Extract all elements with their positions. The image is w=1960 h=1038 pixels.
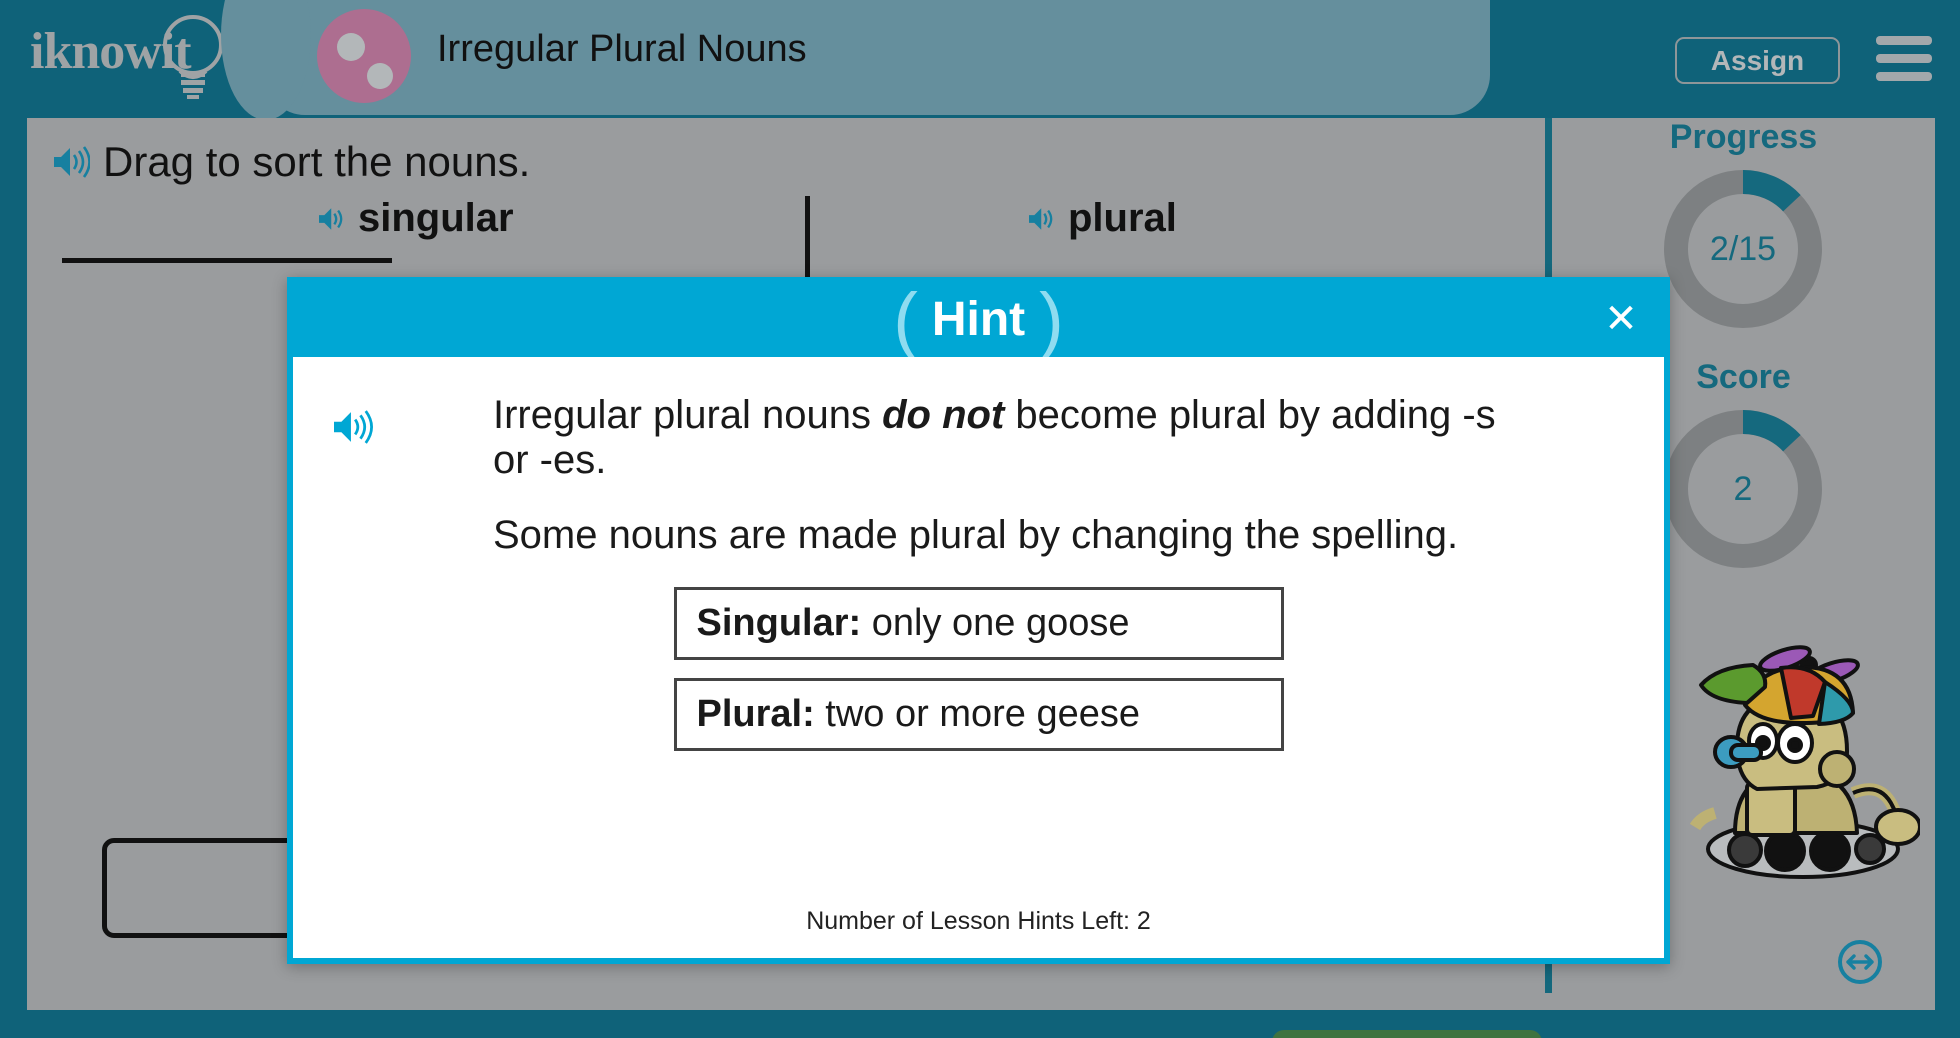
speaker-icon[interactable] xyxy=(1027,206,1057,232)
bowling-ball-icon xyxy=(317,9,411,103)
submit-button[interactable]: Submit xyxy=(1272,1030,1542,1038)
robot-mascot-icon xyxy=(1685,635,1922,885)
column-label: plural xyxy=(1068,196,1177,240)
example-plural: Plural: two or more geese xyxy=(673,678,1284,752)
hint-text: Irregular plural nouns do not become plu… xyxy=(493,393,1523,557)
decorative-paren-left: ( xyxy=(893,277,918,361)
column-header-singular: singular xyxy=(317,196,514,241)
answer-line xyxy=(62,258,392,263)
top-bar: iknowit Irregular Plural Nouns Assign xyxy=(0,0,1960,120)
speaker-icon[interactable] xyxy=(331,409,373,445)
example-list: Singular: only one goose Plural: two or … xyxy=(673,587,1284,752)
column-header-plural: plural xyxy=(1027,196,1177,241)
example-term: Singular: xyxy=(696,602,862,645)
lesson-tab[interactable]: Irregular Plural Nouns xyxy=(221,0,1490,120)
score-value: 2 xyxy=(1733,469,1753,508)
hint-p1-part1: Irregular plural nouns xyxy=(493,393,883,437)
column-label: singular xyxy=(358,196,514,240)
modal-title: Hint xyxy=(931,293,1026,347)
example-definition: only one goose xyxy=(861,602,1130,645)
progress-value: 2/15 xyxy=(1709,229,1777,268)
resize-horizontal-icon[interactable] xyxy=(1838,940,1882,984)
lesson-title: Irregular Plural Nouns xyxy=(437,28,807,70)
modal-body: Irregular plural nouns do not become plu… xyxy=(293,357,1664,958)
example-term: Plural: xyxy=(696,693,815,736)
question-prompt: Drag to sort the nouns. xyxy=(52,138,530,186)
speaker-icon[interactable] xyxy=(52,145,90,179)
decorative-paren-right: ) xyxy=(1039,277,1064,361)
calculator-button[interactable] xyxy=(282,1030,374,1038)
prompt-text: Drag to sort the nouns. xyxy=(103,138,531,185)
hint-p1-emphasis: do not xyxy=(882,393,1005,437)
lightbulb-icon xyxy=(163,15,223,99)
close-icon[interactable]: ✕ xyxy=(1600,299,1642,341)
example-singular: Singular: only one goose xyxy=(673,587,1284,661)
score-ring: 2 xyxy=(1660,406,1826,572)
progress-label: Progress xyxy=(1669,118,1818,156)
app-logo[interactable]: iknowit xyxy=(24,8,224,100)
progress-ring: 2/15 xyxy=(1660,166,1826,332)
modal-title-wrap: ( Hint ) xyxy=(893,277,1064,361)
hint-paragraph-1: Irregular plural nouns do not become plu… xyxy=(493,393,1523,483)
app-root: iknowit Irregular Plural Nouns Assign Dr… xyxy=(0,0,1960,1038)
hints-remaining-text: Number of Lesson Hints Left: 2 xyxy=(806,907,1151,935)
hint-button[interactable]: Hint xyxy=(72,1030,250,1038)
modal-header: ( Hint ) ✕ xyxy=(293,277,1664,361)
speaker-icon[interactable] xyxy=(317,206,347,232)
hint-modal: ( Hint ) ✕ Irregular plural nouns do not… xyxy=(287,277,1670,964)
example-definition: two or more geese xyxy=(814,693,1141,736)
assign-button[interactable]: Assign xyxy=(1675,37,1840,84)
hint-paragraph-2: Some nouns are made plural by changing t… xyxy=(493,512,1459,557)
hamburger-menu-icon[interactable] xyxy=(1876,36,1932,82)
